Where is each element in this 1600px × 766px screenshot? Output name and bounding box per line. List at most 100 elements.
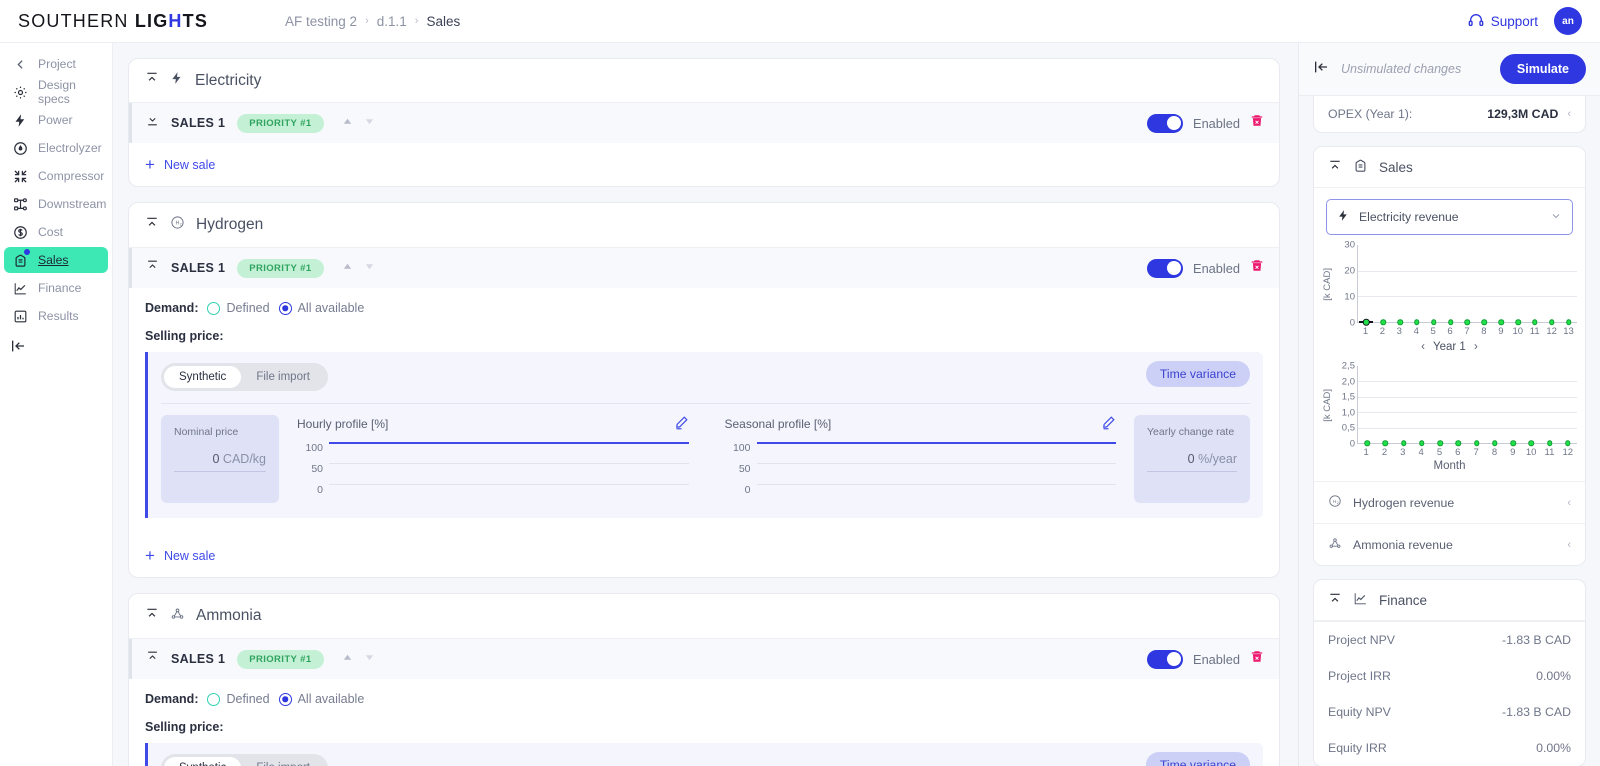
enabled-label: Enabled	[1193, 260, 1240, 276]
expand-opex-icon[interactable]: ‹	[1567, 108, 1571, 120]
collapse-section-icon[interactable]	[145, 71, 159, 90]
next-year-icon[interactable]: ›	[1469, 341, 1483, 353]
edit-seasonal-profile-icon[interactable]	[1101, 415, 1116, 433]
section-header[interactable]: Electricity	[129, 59, 1279, 103]
tab-synthetic[interactable]: Synthetic	[164, 366, 242, 388]
delete-sale-icon[interactable]	[1250, 649, 1264, 669]
tab-file-import[interactable]: File import	[241, 757, 325, 766]
collapse-sale-icon[interactable]	[146, 259, 159, 277]
sidebar-item-project[interactable]: Project	[4, 51, 108, 77]
sidebar-item-electrolyzer[interactable]: Electrolyzer	[4, 135, 108, 161]
app-logo[interactable]: SOUTHERN LIGHTS	[18, 11, 208, 32]
sidebar-item-design-specs[interactable]: Design specs	[4, 78, 108, 106]
sale-row-header[interactable]: SALES 1 PRIORITY #1 Enabled	[129, 248, 1279, 288]
demand-option-all-available[interactable]: All available	[278, 301, 364, 315]
sidebar-item-compressor[interactable]: Compressor	[4, 163, 108, 189]
time-variance-button[interactable]: Time variance	[1145, 361, 1250, 387]
avatar[interactable]: an	[1554, 7, 1582, 35]
sidebar-collapse-button[interactable]	[10, 338, 112, 359]
move-up-icon[interactable]	[342, 259, 353, 277]
section-header[interactable]: Ammonia	[129, 594, 1279, 639]
sidebar-item-label: Design specs	[38, 78, 76, 106]
collapse-finance-card-icon[interactable]	[1328, 592, 1342, 609]
finance-row: Equity IRR 0.00%	[1314, 730, 1585, 766]
bolt-icon	[170, 71, 184, 90]
move-up-icon[interactable]	[342, 650, 353, 668]
move-down-icon[interactable]	[364, 259, 375, 277]
breadcrumb-item-0[interactable]: AF testing 2	[285, 14, 357, 29]
collapse-section-icon[interactable]	[145, 607, 159, 626]
enable-toggle[interactable]	[1147, 649, 1184, 669]
sale-row-header[interactable]: SALES 1 PRIORITY #1 Enabled	[129, 639, 1279, 679]
sale-row-header[interactable]: SALES 1 PRIORITY #1 Enabled	[129, 103, 1279, 143]
move-up-icon[interactable]	[342, 114, 353, 132]
y-tick: 1,5	[1341, 391, 1355, 403]
expand-icon[interactable]: ‹	[1567, 497, 1571, 509]
sidebar-item-power[interactable]: Power	[4, 107, 108, 133]
x-tick: 13	[1563, 326, 1574, 337]
breadcrumb-item-1[interactable]: d.1.1	[377, 14, 407, 29]
breadcrumb-separator-icon: ›	[414, 15, 419, 27]
new-sale-button[interactable]: + New sale	[129, 534, 1279, 577]
collapse-section-icon[interactable]	[145, 216, 159, 235]
delete-sale-icon[interactable]	[1250, 113, 1264, 133]
sales-card: Sales Electricity revenue [k CAD] 30 20 …	[1313, 146, 1586, 566]
yearly-change-rate-value: 0	[1187, 452, 1195, 466]
sidebar-item-downstream[interactable]: Downstream	[4, 191, 108, 217]
expand-icon[interactable]: ‹	[1567, 539, 1571, 551]
y-tick: 2,0	[1341, 376, 1355, 388]
sidebar-item-label: Compressor	[38, 169, 105, 183]
finance-card-header[interactable]: Finance	[1314, 580, 1585, 621]
ammonia-revenue-row[interactable]: Ammonia revenue ‹	[1314, 523, 1585, 565]
sales-card-header[interactable]: Sales	[1314, 147, 1585, 188]
move-down-icon[interactable]	[364, 114, 375, 132]
collapse-sales-card-icon[interactable]	[1328, 159, 1342, 176]
year-navigation: ‹ Year 1 ›	[1322, 337, 1577, 358]
demand-option-all-available[interactable]: All available	[278, 692, 364, 706]
breadcrumb-item-2[interactable]: Sales	[426, 14, 460, 29]
headset-icon	[1468, 12, 1484, 31]
seasonal-plot-area	[756, 442, 1116, 497]
section-electricity: Electricity SALES 1 PRIORITY #1 Enabled …	[128, 58, 1280, 187]
gridline	[756, 463, 1116, 464]
nominal-price-field[interactable]: Nominal price 0 CAD/kg	[161, 415, 279, 503]
tab-file-import[interactable]: File import	[241, 366, 325, 388]
hourly-plot: 100 50 0	[297, 442, 689, 505]
sidebar-item-sales[interactable]: Sales	[4, 247, 108, 273]
selling-price-panel: Synthetic File import Time variance	[145, 743, 1263, 766]
support-button[interactable]: Support	[1468, 12, 1538, 31]
yearly-change-rate-field[interactable]: Yearly change rate 0 %/year	[1134, 415, 1250, 503]
sidebar-item-cost[interactable]: Cost	[4, 219, 108, 245]
x-tick: 6	[1455, 447, 1461, 458]
collapse-panel-button[interactable]	[1313, 59, 1329, 80]
revenue-select[interactable]: Electricity revenue	[1326, 199, 1573, 235]
enable-toggle[interactable]	[1147, 113, 1184, 133]
sidebar-item-finance[interactable]: Finance	[4, 275, 108, 301]
enable-toggle[interactable]	[1147, 258, 1184, 278]
edit-hourly-profile-icon[interactable]	[674, 415, 689, 433]
finance-row-value: -1.83 B CAD	[1501, 705, 1571, 719]
collapse-sale-icon[interactable]	[146, 650, 159, 668]
demand-option-defined[interactable]: Defined	[207, 692, 270, 706]
x-tick: 11	[1544, 447, 1555, 458]
x-tick: 1	[1362, 326, 1369, 337]
expand-sale-icon[interactable]	[146, 114, 159, 132]
simulate-button[interactable]: Simulate	[1499, 54, 1586, 84]
time-variance-button[interactable]: Time variance	[1145, 752, 1250, 766]
hydrogen-revenue-row[interactable]: H2 Hydrogen revenue ‹	[1314, 481, 1585, 523]
linechart-icon	[1353, 591, 1368, 609]
sidebar-item-results[interactable]: Results	[4, 303, 108, 329]
section-header[interactable]: H2 Hydrogen	[129, 203, 1279, 248]
opex-row: OPEX (Year 1): 129,3M CAD ‹	[1314, 96, 1585, 132]
seasonal-series-line	[756, 442, 1116, 444]
revenue-select-value: Electricity revenue	[1359, 210, 1459, 224]
new-sale-button[interactable]: + New sale	[129, 143, 1279, 186]
delete-sale-icon[interactable]	[1250, 258, 1264, 278]
move-down-icon[interactable]	[364, 650, 375, 668]
tab-synthetic[interactable]: Synthetic	[164, 757, 242, 766]
y-tick: 0	[317, 484, 323, 496]
demand-option-defined[interactable]: Defined	[207, 301, 270, 315]
electricity-revenue-monthly-chart: [k CAD] 2,5 2,0 1,5 1,0 0,5 0 1 2 3 4 5 …	[1314, 360, 1585, 481]
prev-year-icon[interactable]: ‹	[1416, 341, 1430, 353]
enable-controls: Enabled	[1147, 258, 1264, 278]
